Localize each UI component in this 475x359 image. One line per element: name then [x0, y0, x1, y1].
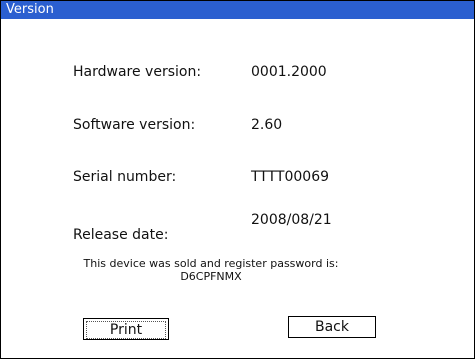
release-date-label: Release date: [73, 227, 169, 243]
print-button[interactable]: Print [83, 318, 169, 340]
software-version-value: 2.60 [251, 117, 283, 133]
back-button[interactable]: Back [288, 316, 376, 338]
register-password: D6CPFNMX [180, 270, 242, 283]
software-version-label: Software version: [73, 117, 196, 133]
release-date-value: 2008/08/21 [251, 212, 332, 228]
title-bar: Version [1, 1, 474, 19]
window-title: Version [6, 2, 54, 17]
register-notice: This device was sold and register passwo… [83, 257, 339, 270]
serial-number-label: Serial number: [73, 169, 177, 185]
hardware-version-label: Hardware version: [73, 64, 202, 80]
serial-number-value: TTTT00069 [251, 169, 330, 185]
version-dialog: Version Hardware version: 0001.2000 Soft… [0, 0, 475, 359]
hardware-version-value: 0001.2000 [251, 64, 327, 80]
print-button-label: Print [86, 321, 166, 339]
